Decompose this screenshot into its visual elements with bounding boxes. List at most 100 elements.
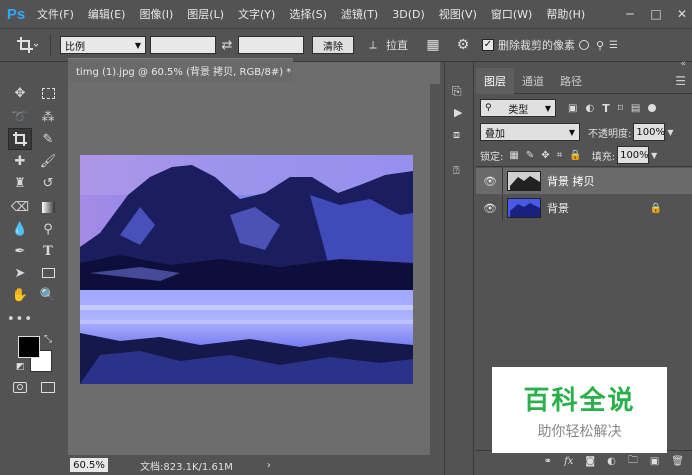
clone-stamp-tool-icon[interactable]: ♜	[8, 172, 32, 194]
document-image[interactable]	[80, 155, 413, 384]
delete-layer-icon[interactable]: 🗑	[671, 456, 684, 467]
opacity-field[interactable]: 100%	[633, 123, 666, 141]
history-panel-icon[interactable]: ⎘	[452, 84, 462, 99]
eraser-tool-icon[interactable]: ⌫	[8, 196, 32, 218]
adjustment-layer-icon[interactable]: ◐	[607, 456, 616, 467]
crop-tool-icon[interactable]	[8, 128, 32, 150]
gradient-tool-icon[interactable]	[36, 196, 60, 218]
3d-panel-icon[interactable]: ⧈	[453, 128, 460, 142]
close-button[interactable]: ✕	[676, 8, 688, 20]
hand-tool-icon[interactable]: ✋	[8, 284, 32, 306]
link-layers-icon[interactable]: ⚭	[544, 456, 552, 467]
workspace-icon[interactable]: ⚲	[593, 39, 607, 52]
opacity-label: 不透明度:	[588, 128, 632, 140]
zoom-field[interactable]: 60.5%	[70, 458, 108, 472]
menu-image[interactable]: 图像(I)	[132, 6, 180, 22]
tools-panel: ✥ ➰ ⁂ ✎ ✚ 🖌 ♜ ↺ ⌫ 💧 ⚲ ✒ T ➤ ✋ 🔍 ••• ⤡ ◩	[6, 62, 68, 475]
dodge-tool-icon[interactable]: ⚲	[36, 218, 60, 240]
paragraph-panel-icon[interactable]: ⍰	[453, 164, 460, 178]
menu-edit[interactable]: 编辑(E)	[81, 6, 133, 22]
ratio-width-field[interactable]	[150, 36, 216, 54]
menu-window[interactable]: 窗口(W)	[484, 6, 539, 22]
actions-play-icon[interactable]: ▶	[454, 106, 462, 119]
gear-icon[interactable]: ⚙	[452, 37, 474, 53]
type-tool-icon[interactable]: T	[36, 240, 60, 262]
menu-type[interactable]: 文字(Y)	[231, 6, 282, 22]
layer-row[interactable]: 👁 背景 拷贝	[476, 168, 692, 194]
filter-adjustment-icon[interactable]: ◐	[585, 103, 594, 114]
add-mask-icon[interactable]: ◙	[585, 456, 595, 467]
zoom-tool-icon[interactable]: 🔍	[36, 284, 60, 306]
menu-filter[interactable]: 滤镜(T)	[334, 6, 385, 22]
blend-mode-select[interactable]: 叠加 ▼	[480, 123, 580, 141]
filter-shape-icon[interactable]: ⌑	[618, 103, 623, 114]
lock-pixels-icon[interactable]: ✎	[526, 150, 534, 161]
panel-tabs: 图层 通道 路径 ☰	[476, 68, 692, 94]
chevron-down-icon[interactable]: ▼	[667, 128, 673, 137]
minimize-button[interactable]: ─	[624, 8, 636, 20]
lasso-tool-icon[interactable]: ➰	[8, 106, 32, 128]
quick-mask-icon[interactable]	[8, 376, 32, 398]
eyedropper-tool-icon[interactable]: ✎	[36, 128, 60, 150]
visibility-eye-icon[interactable]: 👁	[482, 175, 498, 188]
ratio-select[interactable]: 比例 ▼	[60, 36, 146, 54]
tab-channels[interactable]: 通道	[514, 68, 552, 94]
menu-3d[interactable]: 3D(D)	[385, 8, 432, 21]
pen-tool-icon[interactable]: ✒	[8, 240, 32, 262]
overlay-grid-icon[interactable]: ▦	[422, 37, 444, 53]
blur-tool-icon[interactable]: 💧	[8, 218, 32, 240]
fill-field[interactable]: 100%	[617, 146, 650, 164]
menu-layer[interactable]: 图层(L)	[180, 6, 231, 22]
screen-mode-icon[interactable]	[36, 376, 60, 398]
healing-brush-tool-icon[interactable]: ✚	[8, 150, 32, 172]
content-aware-icon[interactable]	[579, 40, 589, 50]
marquee-tool-icon[interactable]	[36, 82, 60, 104]
menu-view[interactable]: 视图(V)	[432, 6, 484, 22]
delete-cropped-checkbox[interactable]: ✓	[482, 39, 494, 51]
status-menu-icon[interactable]: ›	[267, 460, 271, 471]
photoshop-logo: Ps	[6, 5, 26, 23]
lock-position-icon[interactable]: ✥	[541, 150, 549, 161]
tab-paths[interactable]: 路径	[552, 68, 590, 94]
filter-smart-object-icon[interactable]: ▤	[631, 103, 640, 114]
path-selection-tool-icon[interactable]: ➤	[8, 262, 32, 284]
filter-pixel-icon[interactable]: ▣	[568, 103, 577, 114]
layer-row[interactable]: 👁 背景 🔒	[476, 195, 692, 221]
new-group-icon[interactable]: 🗀	[628, 453, 638, 470]
lock-artboard-icon[interactable]: ⌗	[557, 150, 563, 161]
swap-colors-icon[interactable]: ⤡	[44, 334, 52, 345]
menu-select[interactable]: 选择(S)	[282, 6, 334, 22]
filter-toggle-icon[interactable]	[648, 104, 657, 112]
panel-menu-icon[interactable]: ☰	[675, 68, 686, 93]
menu-file[interactable]: 文件(F)	[30, 6, 81, 22]
visibility-eye-icon[interactable]: 👁	[482, 202, 498, 215]
more-tools-icon[interactable]: •••	[7, 308, 32, 330]
history-brush-tool-icon[interactable]: ↺	[36, 172, 60, 194]
document-tab[interactable]: timg (1).jpg @ 60.5% (背景 拷贝, RGB/8#) *	[68, 58, 293, 82]
new-layer-icon[interactable]: ▣	[650, 456, 659, 467]
layer-style-icon[interactable]: fx	[564, 456, 573, 467]
lock-all-icon[interactable]: 🔒	[569, 150, 581, 161]
magic-wand-tool-icon[interactable]: ⁂	[36, 106, 60, 128]
move-tool-icon[interactable]: ✥	[8, 82, 32, 104]
chevron-down-icon[interactable]: ▼	[651, 151, 657, 160]
foreground-color-swatch[interactable]	[18, 336, 40, 358]
delete-cropped-label[interactable]: 删除裁剪的像素	[498, 37, 575, 53]
straighten-icon[interactable]: ⟂	[362, 38, 384, 52]
menu-help[interactable]: 帮助(H)	[539, 6, 592, 22]
tab-layers[interactable]: 图层	[476, 68, 514, 94]
workspace-menu-icon[interactable]: ☰	[609, 40, 619, 51]
lock-transparent-icon[interactable]: ▦	[509, 150, 518, 161]
crop-tool-preset-icon[interactable]	[10, 33, 44, 57]
default-colors-icon[interactable]: ◩	[16, 362, 25, 372]
straighten-label[interactable]: 拉直	[386, 37, 408, 53]
filter-kind-select[interactable]: ⚲ 类型 ▼	[480, 99, 556, 117]
filter-type-icon[interactable]: T	[602, 102, 610, 115]
brush-tool-icon[interactable]: 🖌	[36, 150, 60, 172]
swap-icon[interactable]: ⇄	[216, 38, 238, 53]
rectangle-tool-icon[interactable]	[36, 262, 60, 284]
clear-button[interactable]: 清除	[312, 36, 354, 54]
vertical-scrollbar[interactable]	[430, 84, 440, 455]
maximize-button[interactable]: □	[650, 8, 662, 20]
ratio-height-field[interactable]	[238, 36, 304, 54]
